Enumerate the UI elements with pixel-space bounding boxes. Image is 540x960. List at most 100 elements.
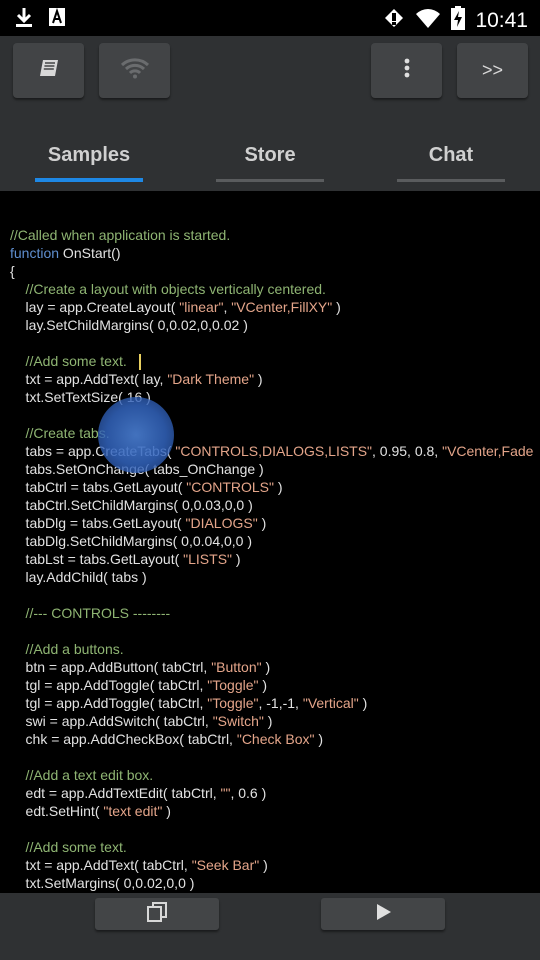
code-token: ) bbox=[254, 371, 263, 387]
tab-samples-underline bbox=[35, 178, 143, 182]
code-token: "Toggle" bbox=[207, 695, 259, 711]
code-token: , 0.95, 0.8, bbox=[372, 443, 443, 459]
code-token: ) bbox=[274, 479, 283, 495]
code-token: edt = app.AddTextEdit( tabCtrl, bbox=[10, 785, 221, 801]
status-left bbox=[14, 6, 66, 33]
code-token: ) bbox=[257, 515, 267, 531]
code-token: lay.AddChild( tabs ) bbox=[10, 569, 147, 585]
code-line: //Called when application is started. bbox=[10, 226, 230, 244]
code-token: "text edit" bbox=[103, 803, 163, 819]
copy-button[interactable] bbox=[95, 898, 219, 930]
code-token: , -1,-1, bbox=[258, 695, 303, 711]
code-token: //Create tabs. bbox=[10, 425, 110, 441]
code-token: ) bbox=[261, 659, 271, 675]
code-line: lay = app.CreateLayout( "linear", "VCent… bbox=[10, 298, 341, 316]
code-token: "Toggle" bbox=[207, 677, 259, 693]
code-token: swi = app.AddSwitch( tabCtrl, bbox=[10, 713, 213, 729]
code-line: tabs = app.CreateTabs( "CONTROLS,DIALOGS… bbox=[10, 442, 534, 460]
tab-chat-underline bbox=[397, 179, 505, 182]
code-token: ) bbox=[162, 803, 171, 819]
code-token: tabDlg = tabs.GetLayout( bbox=[10, 515, 186, 531]
code-token: tabCtrl.SetChildMargins( 0,0.03,0,0 ) bbox=[10, 497, 253, 513]
code-line: tgl = app.AddToggle( tabCtrl, "Toggle", … bbox=[10, 694, 368, 712]
code-token: lay.SetChildMargins( 0,0.02,0,0.02 ) bbox=[10, 317, 248, 333]
forward-label: >> bbox=[481, 60, 504, 80]
wifi-icon bbox=[415, 7, 441, 34]
code-token: //Called when application is started. bbox=[10, 227, 231, 243]
code-token: ) bbox=[232, 551, 241, 567]
code-token: tgl = app.AddToggle( tabCtrl, bbox=[10, 695, 208, 711]
code-token: ) bbox=[263, 713, 273, 729]
wifi-button[interactable] bbox=[99, 43, 170, 98]
download-icon bbox=[14, 6, 34, 33]
a-icon bbox=[48, 7, 66, 32]
forward-button[interactable]: >> bbox=[457, 43, 528, 98]
status-bar: 10:41 bbox=[0, 0, 540, 36]
code-line: edt = app.AddTextEdit( tabCtrl, "", 0.6 … bbox=[10, 784, 267, 802]
code-token: "linear" bbox=[179, 299, 224, 315]
code-token: edt.SetHint( bbox=[10, 803, 104, 819]
code-token: tabDlg.SetChildMargins( 0,0.04,0,0 ) bbox=[10, 533, 253, 549]
more-options-button[interactable] bbox=[371, 43, 442, 98]
code-line: //Add some text. bbox=[10, 838, 127, 856]
code-token: //Create a layout with objects verticall… bbox=[10, 281, 326, 297]
code-line: txt.SetMargins( 0,0.02,0,0 ) bbox=[10, 874, 195, 892]
code-token: "" bbox=[220, 785, 231, 801]
code-token: tgl = app.AddToggle( tabCtrl, bbox=[10, 677, 208, 693]
code-token: { bbox=[10, 263, 15, 279]
code-token: "Vertical" bbox=[302, 695, 359, 711]
code-line: lay.AddChild( tabs ) bbox=[10, 568, 147, 586]
code-token: chk = app.AddCheckBox( tabCtrl, bbox=[10, 731, 237, 747]
code-token: "CONTROLS" bbox=[186, 479, 274, 495]
code-token: ) bbox=[258, 677, 268, 693]
vibrate-icon bbox=[383, 7, 405, 34]
battery-charging-icon bbox=[451, 6, 466, 35]
status-time: 10:41 bbox=[475, 8, 528, 32]
code-token: "Dark Theme" bbox=[167, 371, 255, 387]
code-line: //Create a layout with objects verticall… bbox=[10, 280, 326, 298]
tab-samples[interactable]: Samples bbox=[35, 144, 143, 167]
code-token: "VCenter,Fade bbox=[442, 443, 534, 459]
code-token: function bbox=[10, 245, 60, 261]
text-cursor bbox=[139, 354, 141, 370]
code-token: //Add a buttons. bbox=[10, 641, 124, 657]
tab-store[interactable]: Store bbox=[216, 144, 324, 167]
code-token: ) bbox=[259, 857, 268, 873]
code-token: "Seek Bar" bbox=[191, 857, 260, 873]
code-line: swi = app.AddSwitch( tabCtrl, "Switch" ) bbox=[10, 712, 273, 730]
code-token: "LISTS" bbox=[183, 551, 232, 567]
code-line: //Add some text. bbox=[10, 352, 127, 370]
code-token: OnStart() bbox=[59, 245, 121, 261]
code-token: "Button" bbox=[211, 659, 262, 675]
code-token: //Add a text edit box. bbox=[10, 767, 154, 783]
code-token: //--- CONTROLS -------- bbox=[10, 605, 171, 621]
code-token: txt.SetMargins( 0,0.02,0,0 ) bbox=[10, 875, 195, 891]
code-line: tabLst = tabs.GetLayout( "LISTS" ) bbox=[10, 550, 241, 568]
book-icon bbox=[37, 56, 61, 85]
code-line: tgl = app.AddToggle( tabCtrl, "Toggle" ) bbox=[10, 676, 268, 694]
toolbar: >> bbox=[0, 36, 540, 108]
code-token: ) bbox=[314, 731, 324, 747]
code-token: txt = app.AddText( tabCtrl, bbox=[10, 857, 192, 873]
code-token: "Check Box" bbox=[236, 731, 315, 747]
code-token: //Add some text. bbox=[10, 353, 127, 369]
tab-store-underline bbox=[216, 179, 324, 182]
run-button[interactable] bbox=[321, 898, 445, 930]
play-icon bbox=[372, 901, 394, 928]
code-token: //Add some text. bbox=[10, 839, 127, 855]
book-button[interactable] bbox=[13, 43, 84, 98]
code-token: "Switch" bbox=[212, 713, 264, 729]
status-right: 10:41 bbox=[383, 6, 528, 35]
code-line: tabDlg = tabs.GetLayout( "DIALOGS" ) bbox=[10, 514, 267, 532]
code-editor[interactable]: //Called when application is started. fun… bbox=[0, 191, 540, 893]
code-token: "DIALOGS" bbox=[185, 515, 258, 531]
tab-chat[interactable]: Chat bbox=[397, 144, 505, 167]
code-line: //Create tabs. bbox=[10, 424, 110, 442]
code-line: btn = app.AddButton( tabCtrl, "Button" ) bbox=[10, 658, 271, 676]
code-token: tabCtrl = tabs.GetLayout( bbox=[10, 479, 187, 495]
code-token: "CONTROLS,DIALOGS,LISTS" bbox=[175, 443, 373, 459]
code-line: tabCtrl = tabs.GetLayout( "CONTROLS" ) bbox=[10, 478, 283, 496]
navigation-strip bbox=[0, 942, 540, 960]
code-line: chk = app.AddCheckBox( tabCtrl, "Check B… bbox=[10, 730, 324, 748]
copy-icon bbox=[145, 900, 169, 929]
